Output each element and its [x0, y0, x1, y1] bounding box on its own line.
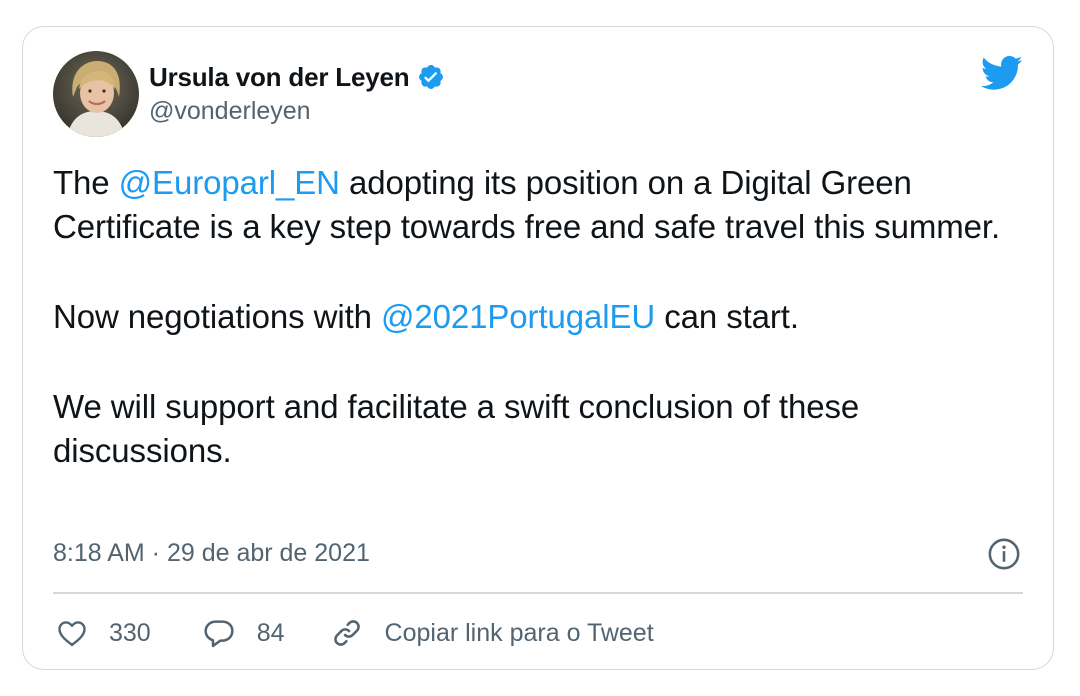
- tweet-text-segment: We will support and facilitate a swift c…: [53, 388, 860, 469]
- reply-count: 84: [256, 618, 285, 647]
- tweet-text-segment: can start.: [655, 298, 799, 335]
- tweet-text: The @Europarl_EN adopting its position o…: [53, 161, 1033, 473]
- tweet-text-segment: The: [53, 164, 119, 201]
- verified-badge-icon: [417, 63, 445, 91]
- author-name[interactable]: Ursula von der Leyen: [149, 62, 410, 93]
- tweet-timestamp[interactable]: 8:18 AM · 29 de abr de 2021: [53, 539, 370, 568]
- action-bar: 330 84 Copiar link para o Tweet: [57, 613, 654, 653]
- divider: [53, 592, 1023, 594]
- author-handle[interactable]: @vonderleyen: [149, 97, 311, 126]
- like-count: 330: [109, 618, 151, 647]
- twitter-bird-icon[interactable]: [979, 55, 1023, 93]
- tweet-card: Ursula von der Leyen @vonderleyen The @E…: [22, 26, 1054, 670]
- link-icon: [331, 617, 363, 649]
- mention-link[interactable]: @Europarl_EN: [119, 164, 340, 201]
- author-name-row[interactable]: Ursula von der Leyen: [149, 61, 445, 93]
- tweet-paragraph: We will support and facilitate a swift c…: [53, 385, 1033, 473]
- info-icon[interactable]: [987, 537, 1021, 571]
- copy-link-button[interactable]: Copiar link para o Tweet: [331, 617, 654, 649]
- reply-button[interactable]: 84: [203, 618, 285, 648]
- tweet-paragraph: The @Europarl_EN adopting its position o…: [53, 161, 1033, 249]
- tweet-text-segment: Now negotiations with: [53, 298, 381, 335]
- avatar[interactable]: [53, 51, 139, 137]
- like-button[interactable]: 330: [57, 619, 151, 648]
- tweet-paragraph: Now negotiations with @2021PortugalEU ca…: [53, 295, 1033, 339]
- heart-icon: [57, 619, 87, 647]
- mention-link[interactable]: @2021PortugalEU: [381, 298, 655, 335]
- copy-link-label: Copiar link para o Tweet: [384, 618, 654, 647]
- reply-icon: [203, 618, 235, 648]
